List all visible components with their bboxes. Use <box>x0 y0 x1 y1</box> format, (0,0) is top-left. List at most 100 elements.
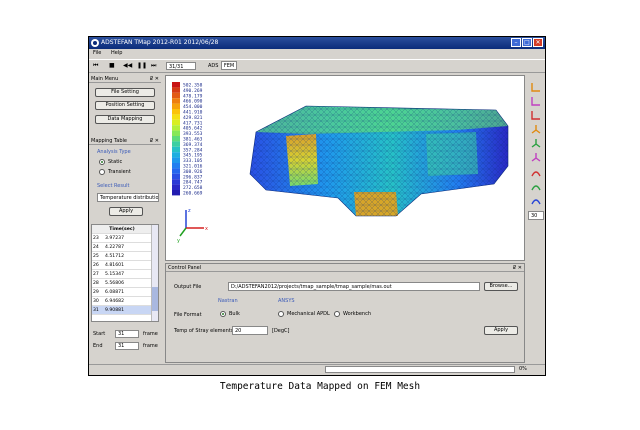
legend-swatch <box>172 146 180 153</box>
legend-value: 260.669 <box>183 191 203 197</box>
row-time: 4.81601 <box>105 263 124 268</box>
rotate-y-icon[interactable] <box>530 181 542 193</box>
panel-controls-icon[interactable]: ₽ ✕ <box>513 264 522 272</box>
row-index: 24 <box>93 245 99 250</box>
app-window: ADSTEFAN TMap 2012-R01 2012/06/28 – □ ✕ … <box>88 36 546 376</box>
legend-swatch <box>172 125 180 131</box>
transient-label: Transient <box>108 169 131 175</box>
close-button[interactable]: ✕ <box>533 38 543 47</box>
time-table[interactable]: Time(sec) 23 3.97237 24 4.22787 25 4.51712 … <box>91 224 159 322</box>
panel-controls-icon[interactable]: ₽ ✕ <box>150 137 159 145</box>
workbench-label: Workbench <box>343 311 371 317</box>
table-row[interactable]: 31 9.90881 <box>92 306 152 315</box>
view-iso1-icon[interactable] <box>530 123 542 135</box>
output-file-field[interactable]: D:/ADSTEFAN2012/projects/tmap_sample/tma… <box>228 282 480 291</box>
prev-frame-icon[interactable]: ◀◀ <box>123 62 132 69</box>
stray-temp-field[interactable]: 20 <box>232 326 268 335</box>
row-time: 5.15347 <box>105 272 124 277</box>
tab-fem[interactable]: FEM <box>221 61 237 70</box>
legend-swatch <box>172 119 180 126</box>
menu-file[interactable]: File <box>93 50 101 56</box>
analysis-type-label: Analysis Type <box>97 149 131 155</box>
mechanical-apdl-radio[interactable] <box>278 311 284 317</box>
table-row[interactable]: 30 6.94682 <box>92 297 152 306</box>
legend-value: 345.195 <box>183 153 203 159</box>
apply-button[interactable]: Apply <box>484 326 518 335</box>
legend-swatch <box>172 179 180 185</box>
stray-temp-unit: [DegC] <box>272 328 290 334</box>
view-iso3-icon[interactable] <box>530 151 542 163</box>
status-bar: 0% <box>89 364 545 375</box>
fem-viewport[interactable]: 502.358 490.269 478.179 466.090 454.000 441.9… <box>165 75 525 261</box>
nastran-group-label: Nastran <box>218 298 238 304</box>
last-frame-icon[interactable]: ⏭ <box>151 62 156 70</box>
row-index: 27 <box>93 272 99 277</box>
result-select[interactable]: Temperature distributio <box>97 193 159 202</box>
table-row[interactable]: 27 5.15347 <box>92 270 152 279</box>
position-setting-button[interactable]: Position Setting <box>95 101 155 110</box>
start-frame-field[interactable]: 31 <box>115 330 139 338</box>
stop-icon[interactable]: ■ <box>109 62 115 69</box>
toolbar: ⏮ ■ ◀◀ ❚❚ ⏭ 31/31 ADS FEM <box>89 59 545 73</box>
rotate-x-icon[interactable] <box>530 167 542 179</box>
scroll-thumb[interactable] <box>152 287 158 311</box>
first-frame-icon[interactable]: ⏮ <box>93 62 98 70</box>
legend-value: 490.269 <box>183 88 203 94</box>
start-label: Start <box>93 331 106 337</box>
main-menu-header: Main Menu ₽ ✕ <box>89 75 161 83</box>
row-index: 29 <box>93 290 99 295</box>
bulk-radio[interactable] <box>220 311 226 317</box>
progress-percent: 0% <box>519 366 527 372</box>
pause-icon[interactable]: ❚❚ <box>137 62 147 69</box>
file-setting-button[interactable]: File Setting <box>95 88 155 97</box>
window-title: ADSTEFAN TMap 2012-R01 2012/06/28 <box>101 39 219 46</box>
view-yz-icon[interactable] <box>530 95 542 107</box>
workbench-radio[interactable] <box>334 311 340 317</box>
transient-radio[interactable] <box>99 169 105 175</box>
table-row[interactable]: 26 4.81601 <box>92 261 152 270</box>
legend-swatch <box>172 82 180 88</box>
table-row[interactable]: 28 5.56806 <box>92 279 152 288</box>
legend-value: 308.926 <box>183 169 203 175</box>
static-radio[interactable] <box>99 159 105 165</box>
table-row[interactable]: 25 4.51712 <box>92 252 152 261</box>
legend-value: 296.837 <box>183 174 203 180</box>
legend-value: 405.642 <box>183 126 203 132</box>
minimize-button[interactable]: – <box>511 38 521 47</box>
view-xy-icon[interactable] <box>530 81 542 93</box>
frame-counter[interactable]: 31/31 <box>166 62 196 70</box>
fem-mesh-model[interactable] <box>246 94 516 224</box>
table-row[interactable]: 23 3.97237 <box>92 234 152 243</box>
rotate-z-icon[interactable] <box>530 195 542 207</box>
view-zx-icon[interactable] <box>530 109 542 121</box>
mechanical-apdl-label: Mechanical APDL <box>287 311 330 317</box>
table-row[interactable]: 24 4.22787 <box>92 243 152 252</box>
row-index: 25 <box>93 254 99 259</box>
browse-button[interactable]: Browse... <box>484 282 518 291</box>
legend-swatch <box>172 130 180 136</box>
table-scrollbar[interactable] <box>151 225 158 321</box>
zoom-spinbox[interactable]: 30 <box>528 211 544 220</box>
view-iso2-icon[interactable] <box>530 137 542 149</box>
row-time: 6.94682 <box>105 299 124 304</box>
menu-help[interactable]: Help <box>111 50 122 56</box>
table-row[interactable]: 29 6.08871 <box>92 288 152 297</box>
maximize-button[interactable]: □ <box>522 38 532 47</box>
apply-result-button[interactable]: Apply <box>109 207 143 216</box>
legend-swatch <box>172 141 180 147</box>
time-column-header: Time(sec) <box>109 227 135 232</box>
row-time: 3.97237 <box>105 236 124 241</box>
legend-swatch <box>172 87 180 93</box>
control-panel: Control Panel ₽ ✕ Output File D:/ADSTEFA… <box>165 263 525 363</box>
data-mapping-button[interactable]: Data Mapping <box>95 115 155 124</box>
panel-controls-icon[interactable]: ₽ ✕ <box>150 75 159 83</box>
main-menu-title: Main Menu <box>91 76 119 82</box>
tab-ads[interactable]: ADS <box>208 63 218 69</box>
progress-bar <box>325 366 515 373</box>
legend-value: 284.747 <box>183 180 203 186</box>
legend-swatch <box>172 92 180 99</box>
static-label: Static <box>108 159 123 165</box>
end-frame-field[interactable]: 31 <box>115 342 139 350</box>
bulk-label: Bulk <box>229 311 240 317</box>
legend-value: 502.358 <box>183 83 203 89</box>
